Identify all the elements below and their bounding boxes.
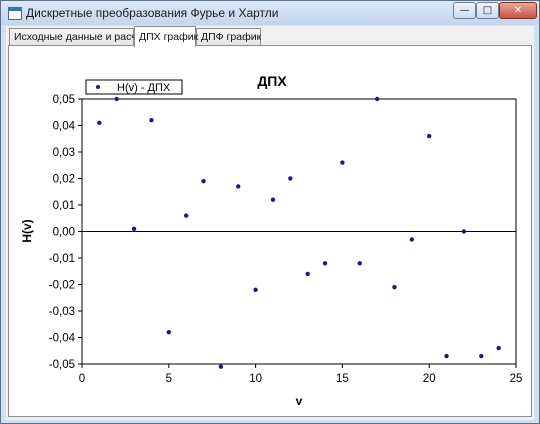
tab-page-dht-chart: ДПХ 0,05 0,04 0,03 0,02 0,01 0,00 -0,01 -0,02 -0…: [8, 45, 532, 417]
data-point: [288, 176, 293, 181]
y-tick-label: 0,01: [53, 200, 75, 212]
chart-title: ДПХ: [257, 73, 287, 89]
x-axis: 0 5 10 15 20 25: [79, 364, 523, 385]
data-point: [236, 184, 241, 189]
legend-marker: [96, 85, 100, 89]
legend: H(v) - ДПХ: [85, 79, 183, 95]
y-tick-label: -0,01: [49, 253, 75, 265]
data-point: [97, 120, 102, 126]
data-point: [253, 287, 258, 292]
data-point: [461, 229, 467, 234]
y-tick-label: 0,04: [53, 121, 76, 133]
data-point: [201, 178, 206, 184]
y-tick-label: -0,03: [49, 306, 75, 318]
maximize-button[interactable]: □: [476, 2, 499, 19]
x-tick-label: 15: [336, 373, 349, 385]
data-point: [322, 261, 328, 266]
tab-dht-chart[interactable]: ДПХ график: [134, 26, 198, 47]
y-axis-label: H(v): [20, 219, 34, 242]
y-tick-label: -0,02: [49, 280, 75, 292]
data-point: [374, 96, 380, 102]
title-bar[interactable]: Дискретные преобразования Фурье и Хартли…: [1, 1, 539, 25]
legend-label: H(v) - ДПХ: [117, 82, 171, 94]
y-tick-label: 0,05: [53, 94, 75, 106]
data-point: [149, 118, 154, 123]
data-point: [218, 364, 224, 369]
application-window: Дискретные преобразования Фурье и Хартли…: [0, 0, 540, 424]
data-point: [114, 96, 119, 102]
data-point: [444, 353, 449, 359]
tab-source-data[interactable]: Исходные данные и расчёт: [9, 28, 147, 46]
x-tick-label: 20: [423, 373, 436, 385]
tab-dft-chart[interactable]: ДПФ график: [196, 28, 261, 46]
data-point: [479, 353, 484, 359]
data-point: [183, 213, 189, 218]
data-point: [409, 237, 415, 242]
y-tick-label: 0,00: [53, 227, 75, 239]
data-point: [392, 284, 397, 290]
x-tick-label: 0: [79, 373, 85, 385]
y-axis: 0,05 0,04 0,03 0,02 0,01 0,00 -0,01 -0,02 -0,03 -…: [49, 94, 82, 371]
window-title: Дискретные преобразования Фурье и Хартли: [26, 6, 279, 20]
app-window-icon: [8, 7, 22, 20]
data-point: [131, 226, 137, 232]
data-point: [357, 261, 362, 266]
data-point: [270, 197, 276, 202]
y-tick-label: -0,05: [49, 359, 75, 371]
close-button[interactable]: ✕: [499, 2, 537, 19]
data-point: [340, 160, 345, 165]
x-tick-label: 25: [510, 373, 523, 385]
data-point: [305, 271, 310, 277]
x-axis-label: v: [296, 394, 303, 408]
data-point: [496, 345, 501, 351]
x-tick-label: 5: [166, 373, 172, 385]
minimize-button[interactable]: —: [453, 2, 476, 19]
x-tick-label: 10: [249, 373, 262, 385]
client-area: Исходные данные и расчёт ДПХ график ДПФ …: [6, 26, 534, 420]
data-point: [427, 133, 432, 139]
y-tick-label: 0,03: [53, 147, 75, 159]
y-tick-label: 0,02: [53, 174, 75, 186]
dht-chart: ДПХ 0,05 0,04 0,03 0,02 0,01 0,00 -0,01 -0,02 -0…: [20, 73, 523, 408]
y-tick-label: -0,04: [49, 333, 76, 345]
data-point: [166, 330, 171, 335]
